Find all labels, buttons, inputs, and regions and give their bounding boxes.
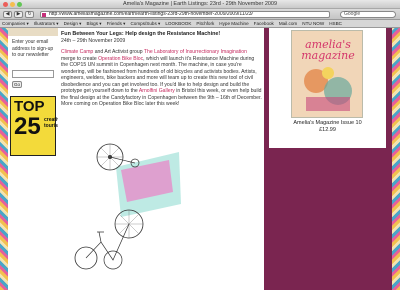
bookmark-facebook[interactable]: Facebook — [254, 21, 274, 26]
address-bar[interactable]: http://www.ameliasmagazine.com/earth/ear… — [40, 11, 330, 18]
bookmark-companies[interactable]: Companies ▾ — [2, 21, 29, 27]
body-text-1: and Art Activist group — [93, 49, 144, 55]
bookmarks-bar: Companies ▾ Illustrators ▾ Design ▾ Blog… — [0, 20, 400, 28]
body-text-2: merge to create — [61, 55, 99, 62]
link-arnolfini-gallery[interactable]: Arnolfini Gallery — [139, 88, 175, 94]
newsletter-email-input[interactable] — [12, 70, 54, 78]
bookmark-friends[interactable]: Friends ▾ — [107, 21, 126, 27]
bookmark-blogs[interactable]: Blogs ▾ — [87, 21, 102, 27]
page-viewport: Enter your email address to sign-up to o… — [0, 28, 400, 290]
bookmark-design[interactable]: Design ▾ — [64, 21, 82, 27]
window-titlebar: Amelia's Magazine | Earth Listings: 23rd… — [0, 0, 400, 9]
ad-site-text: creative tourist.com — [44, 117, 71, 129]
newsletter-prompt: Enter your email address to sign-up to o… — [12, 39, 54, 58]
back-button[interactable]: ◀ — [3, 11, 12, 18]
bookmark-hsbc[interactable]: HSBC — [329, 21, 342, 26]
left-sidebar: Enter your email address to sign-up to o… — [8, 28, 71, 290]
sidebar-header-graphic — [8, 28, 58, 36]
bike-illustration-image — [74, 143, 181, 270]
link-lab-insurrectionary-imagination[interactable]: The Laboratory of Insurrectionary Imagin… — [144, 49, 247, 55]
post-title[interactable]: Fun Between Your Legs: Help design the R… — [61, 31, 261, 38]
top25-ad-banner[interactable]: TOP 25 creative tourist.com — [10, 96, 71, 156]
magazine-issue-link[interactable]: Amelia's Magazine Issue 10 — [269, 120, 386, 127]
decorative-pattern-right — [392, 28, 400, 290]
address-text: http://www.ameliasmagazine.com/earth/ear… — [49, 11, 253, 17]
post-body: Climate Camp and Art Activist group The … — [61, 49, 262, 108]
link-operation-bike-bloc[interactable]: Operation Bike Bloc — [98, 56, 143, 62]
forward-button[interactable]: ▶ — [14, 11, 23, 18]
browser-toolbar: ◀ ▶ ↻ http://www.ameliasmagazine.com/ear… — [0, 9, 400, 20]
link-climate-camp[interactable]: Climate Camp — [61, 49, 93, 55]
bookmark-mail[interactable]: Mail.com — [279, 21, 297, 26]
magazine-cover-image[interactable]: amelia's magazine — [291, 30, 363, 118]
bookmark-pitchfork[interactable]: Pitchfork — [196, 21, 214, 26]
ad-heading: TOP — [14, 98, 45, 115]
bookmark-lookbook[interactable]: LOOKBOOK — [165, 21, 191, 26]
post-date: 24th – 29th November 2009 — [61, 38, 126, 44]
decorative-pattern-left — [0, 28, 8, 290]
refresh-button[interactable]: ↻ — [25, 11, 34, 18]
site-favicon-icon — [42, 13, 46, 17]
bookmark-comps-subs[interactable]: Comps/Subs ▾ — [130, 21, 160, 27]
magazine-cover-art — [304, 67, 352, 111]
search-field[interactable]: Google — [340, 11, 396, 18]
right-panel: amelia's magazine Amelia's Magazine Issu… — [264, 28, 392, 290]
bookmark-ntu-now[interactable]: NTU NOW — [302, 21, 324, 26]
magazine-price: £12.99 — [319, 127, 336, 133]
window-title: Amelia's Magazine | Earth Listings: 23rd… — [122, 1, 278, 7]
main-content: Fun Between Your Legs: Help design the R… — [58, 28, 264, 290]
newsletter-go-button[interactable]: Go — [12, 81, 22, 88]
ad-number: 25 — [14, 113, 41, 140]
bookmark-illustrators[interactable]: Illustrators ▾ — [34, 21, 59, 27]
right-sidebar-promo: amelia's magazine Amelia's Magazine Issu… — [269, 28, 386, 148]
bookmark-hype-machine[interactable]: Hype Machine — [219, 21, 248, 26]
magazine-logo-text: amelia's magazine — [301, 38, 355, 62]
